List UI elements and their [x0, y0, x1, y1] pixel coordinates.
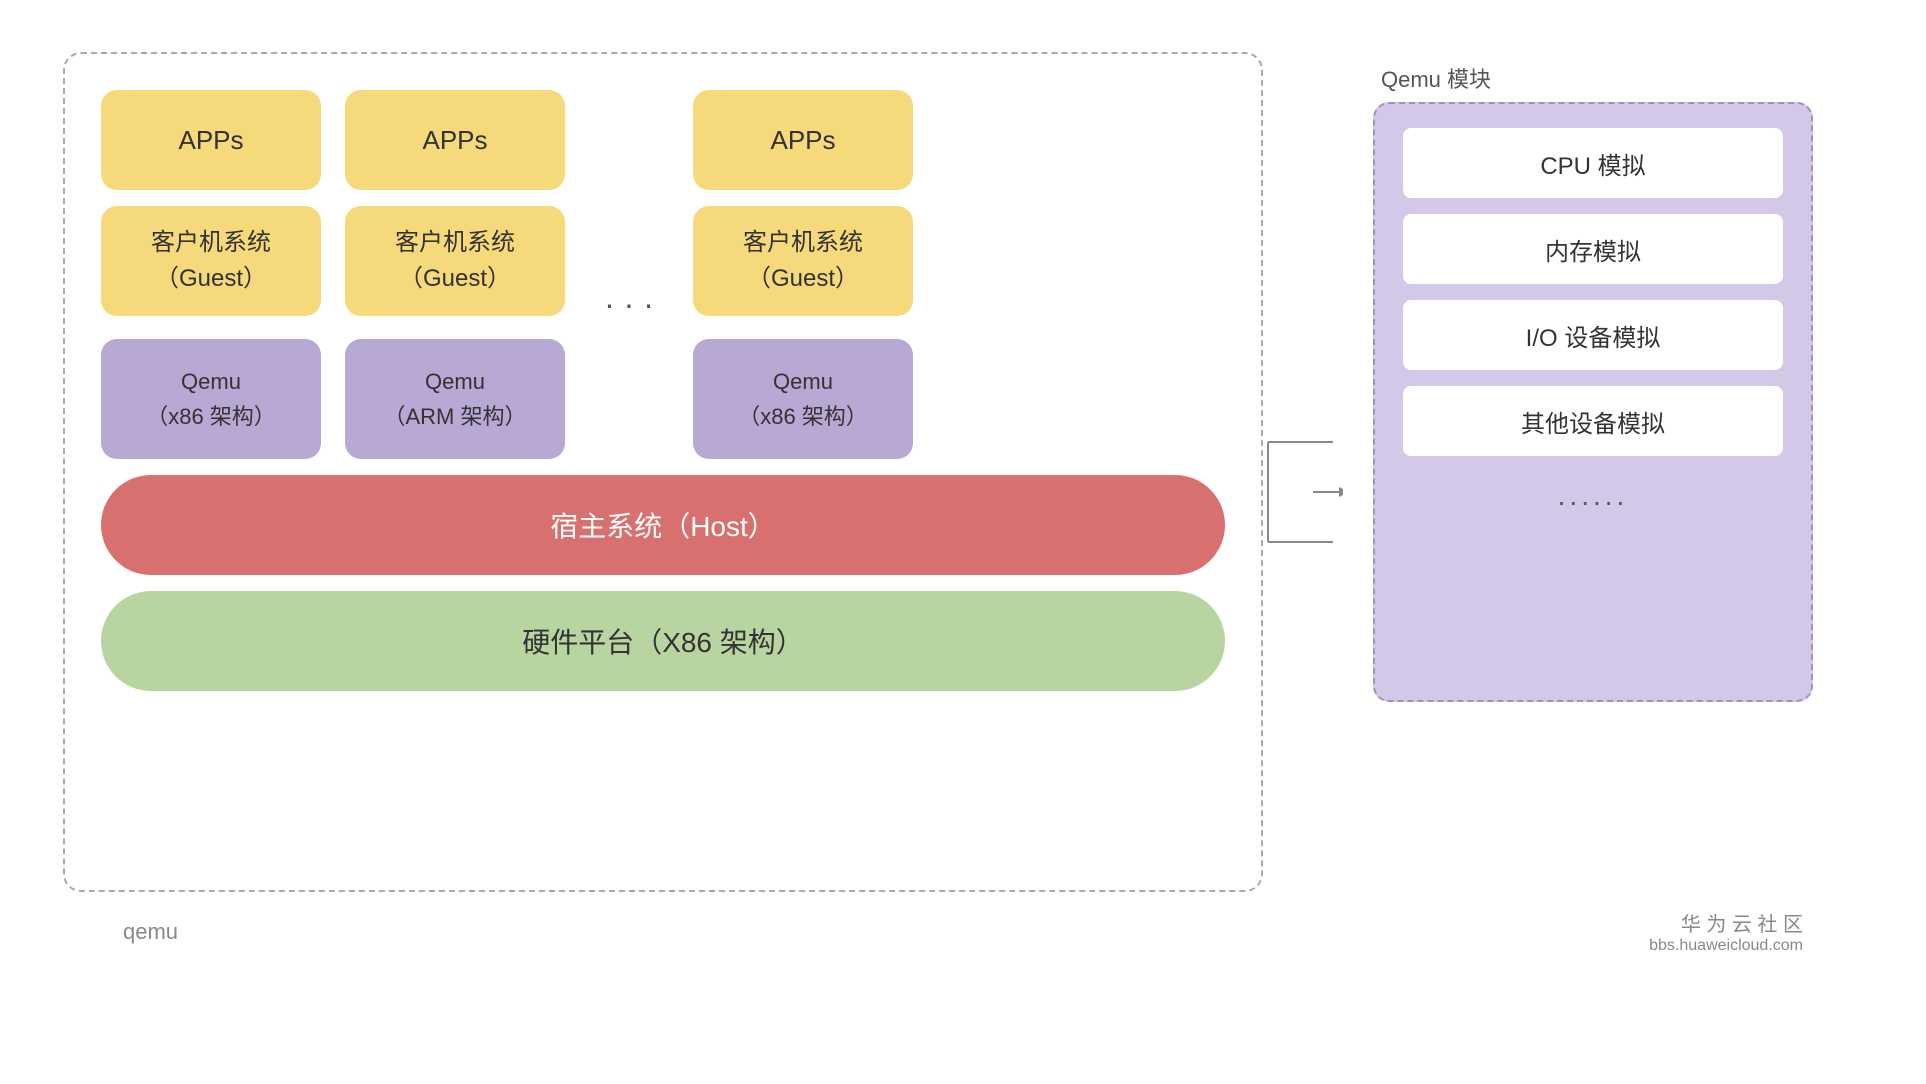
apps-box-last: APPs	[693, 90, 913, 190]
qemu-label-2: Qemu	[425, 364, 485, 399]
qemu-box-last: Qemu （x86 架构）	[693, 339, 913, 459]
connector-area	[1263, 432, 1343, 552]
guest-os-sublabel-last: （Guest）	[747, 261, 859, 297]
diagram-area: APPs APPs APPs	[63, 52, 1863, 892]
qemu-label-last: Qemu	[773, 364, 833, 399]
guest-os-col-1: 客户机系统 （Guest）	[101, 206, 321, 316]
qemu-row: Qemu （x86 架构） Qemu （ARM 架构） Qemu （x86 架构…	[101, 339, 1225, 459]
module-item-cpu: CPU 模拟	[1403, 128, 1783, 198]
qemu-module-label: Qemu 模块	[1373, 62, 1491, 94]
guest-os-sublabel-2: （Guest）	[399, 261, 511, 297]
apps-label-last: APPs	[770, 125, 835, 156]
qemu-module-box: CPU 模拟 内存模拟 I/O 设备模拟 其他设备模拟 ......	[1373, 102, 1813, 702]
footer-right: 华 为 云 社 区 bbs.huaweicloud.com	[1649, 908, 1803, 955]
guest-os-box-last: 客户机系统 （Guest）	[693, 206, 913, 316]
apps-row: APPs APPs APPs	[101, 90, 1225, 190]
guest-os-col-last: 客户机系统 （Guest）	[693, 206, 913, 316]
guest-os-box-1: 客户机系统 （Guest）	[101, 206, 321, 316]
qemu-label-1: Qemu	[181, 364, 241, 399]
module-item-io: I/O 设备模拟	[1403, 300, 1783, 370]
qemu-box-1: Qemu （x86 架构）	[101, 339, 321, 459]
guest-column-1: APPs	[101, 90, 321, 190]
main-wrapper: APPs APPs APPs	[63, 52, 1863, 1032]
connector-svg	[1263, 432, 1343, 552]
guest-os-row: 客户机系统 （Guest） 客户机系统 （Guest） · · ·	[101, 206, 1225, 323]
guest-column-2: APPs	[345, 90, 565, 190]
footer-right-sublabel: bbs.huaweicloud.com	[1649, 937, 1803, 955]
apps-box-2: APPs	[345, 90, 565, 190]
module-item-other: 其他设备模拟	[1403, 386, 1783, 456]
hardware-bar: 硬件平台（X86 架构）	[101, 591, 1225, 691]
apps-label-1: APPs	[178, 125, 243, 156]
module-memory-label: 内存模拟	[1545, 232, 1641, 267]
dots-text: · · ·	[604, 286, 654, 323]
qemu-module-outer: Qemu 模块 CPU 模拟 内存模拟 I/O 设备模拟 其他设备模拟 ....…	[1373, 62, 1813, 702]
main-box: APPs APPs APPs	[63, 52, 1263, 892]
hardware-label: 硬件平台（X86 架构）	[522, 621, 804, 661]
module-other-label: 其他设备模拟	[1521, 404, 1665, 439]
dots-spacer	[589, 90, 669, 190]
module-cpu-label: CPU 模拟	[1540, 146, 1645, 181]
bottom-labels: qemu 华 为 云 社 区 bbs.huaweicloud.com	[63, 908, 1863, 955]
apps-box-1: APPs	[101, 90, 321, 190]
guest-column-last-apps: APPs	[693, 90, 913, 190]
guest-os-box-2: 客户机系统 （Guest）	[345, 206, 565, 316]
module-item-memory: 内存模拟	[1403, 214, 1783, 284]
host-bar: 宿主系统（Host）	[101, 475, 1225, 575]
guest-os-label-2: 客户机系统	[395, 225, 515, 261]
guest-os-label-last: 客户机系统	[743, 225, 863, 261]
module-dots: ......	[1403, 480, 1783, 512]
qemu-box-2: Qemu （ARM 架构）	[345, 339, 565, 459]
qemu-sublabel-1: （x86 架构）	[146, 399, 276, 434]
qemu-sublabel-2: （ARM 架构）	[383, 399, 526, 434]
guest-os-sublabel-1: （Guest）	[155, 261, 267, 297]
dots-col: · · ·	[589, 206, 669, 323]
apps-label-2: APPs	[422, 125, 487, 156]
qemu-sublabel-last: （x86 架构）	[738, 399, 868, 434]
guest-os-label-1: 客户机系统	[151, 225, 271, 261]
footer-right-label: 华 为 云 社 区	[1681, 908, 1803, 937]
footer-left-label: qemu	[123, 919, 178, 945]
guest-os-col-2: 客户机系统 （Guest）	[345, 206, 565, 316]
host-label: 宿主系统（Host）	[550, 505, 776, 545]
module-io-label: I/O 设备模拟	[1526, 318, 1661, 353]
